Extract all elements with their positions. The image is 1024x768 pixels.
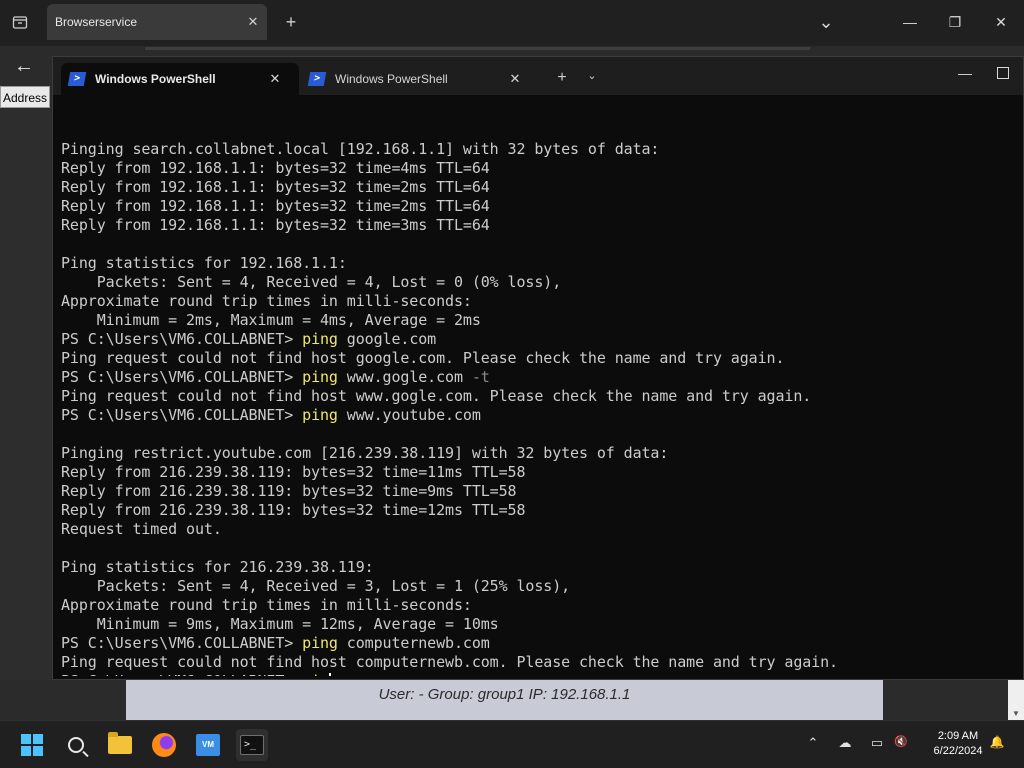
close-window-button[interactable]: ✕	[986, 10, 1016, 34]
loading-strip	[145, 47, 810, 50]
minimize-button[interactable]: —	[895, 10, 925, 34]
browser-tab-bar: Browserservice ✕ + ⌄ — ❐ ✕	[0, 0, 1024, 46]
command-flag: -t	[471, 368, 490, 386]
page-gutter	[0, 110, 52, 680]
command-args: www.gogle.com	[337, 368, 472, 386]
terminal-output-line: Approximate round trip times in milli-se…	[61, 292, 472, 310]
terminal-output-line: Ping request could not find host www.gog…	[61, 387, 812, 405]
terminal-prompt-line: PS C:\Users\VM6.COLLABNET> ping www.gogl…	[61, 368, 1016, 387]
terminal-output-line: Ping statistics for 216.239.38.119:	[61, 558, 374, 576]
close-terminal-tab-icon[interactable]: ✕	[505, 71, 525, 87]
command-args: www.youtube.com	[337, 406, 481, 424]
address-label[interactable]: Address	[0, 86, 50, 108]
terminal-output-line: Reply from 216.239.38.119: bytes=32 time…	[61, 501, 526, 519]
terminal-output-line: Packets: Sent = 4, Received = 4, Lost = …	[61, 273, 562, 291]
terminal-output-line: Reply from 216.239.38.119: bytes=32 time…	[61, 463, 526, 481]
terminal-prompt-line: PS C:\Users\VM6.COLLABNET> ping computer…	[61, 634, 1016, 653]
tab-list-dropdown-icon[interactable]: ⌄	[811, 10, 841, 34]
close-tab-icon[interactable]: ✕	[239, 14, 267, 30]
vm-app-icon[interactable]: VM	[192, 729, 224, 761]
browser-tab[interactable]: Browserservice ✕	[47, 4, 267, 40]
terminal-output-line: Minimum = 2ms, Maximum = 4ms, Average = …	[61, 311, 481, 329]
session-status-bar: User: - Group: group1 IP: 192.168.1.1	[126, 680, 883, 720]
terminal-tab-title: Windows PowerShell	[95, 72, 216, 86]
terminal-icon[interactable]: >_	[236, 729, 268, 761]
terminal-output-line: Request timed out.	[61, 520, 222, 538]
prompt-text: PS C:\Users\VM6.COLLABNET>	[61, 406, 303, 424]
terminal-tab-2[interactable]: > Windows PowerShell ✕	[301, 63, 539, 95]
command-args: computernewb.com	[337, 634, 490, 652]
terminal-output-line: Reply from 192.168.1.1: bytes=32 time=2m…	[61, 178, 490, 196]
terminal-output-line: Ping request could not find host google.…	[61, 349, 785, 367]
text-cursor	[328, 673, 331, 676]
terminal-output-line: Reply from 192.168.1.1: bytes=32 time=3m…	[61, 216, 490, 234]
terminal-output-line: Packets: Sent = 4, Received = 3, Lost = …	[61, 577, 571, 595]
prompt-text: PS C:\Users\VM6.COLLABNET>	[61, 368, 303, 386]
terminal-output-line: Reply from 192.168.1.1: bytes=32 time=2m…	[61, 197, 490, 215]
scrollbar[interactable]: ▼	[1008, 680, 1024, 720]
prompt-text: PS C:\Users\VM6.COLLABNET>	[61, 330, 303, 348]
network-icon[interactable]: ▭	[866, 735, 888, 751]
terminal-window: > Windows PowerShell ✕ > Windows PowerSh…	[52, 56, 1024, 680]
onedrive-cloud-icon[interactable]: ☁	[834, 735, 856, 751]
volume-muted-icon[interactable]: 🔇	[890, 735, 912, 748]
terminal-prompt-line: PS C:\Users\VM6.COLLABNET> pin	[61, 672, 1016, 676]
status-area: User: - Group: group1 IP: 192.168.1.1 ▼	[0, 680, 1024, 720]
prompt-text: PS C:\Users\VM6.COLLABNET>	[61, 672, 302, 676]
terminal-minimize-button[interactable]: —	[953, 65, 977, 81]
terminal-output-line: Reply from 192.168.1.1: bytes=32 time=4m…	[61, 159, 490, 177]
command-args: google.com	[337, 330, 437, 348]
command-name: ping	[302, 330, 338, 348]
terminal-output-line: Pinging restrict.youtube.com [216.239.38…	[61, 444, 669, 462]
terminal-profile-dropdown-icon[interactable]: ⌄	[583, 69, 601, 82]
browser-tab-title: Browserservice	[55, 15, 138, 29]
terminal-output-line: Approximate round trip times in milli-se…	[61, 596, 472, 614]
prompt-text: PS C:\Users\VM6.COLLABNET>	[61, 634, 303, 652]
command-name: pin	[302, 672, 329, 676]
restore-button[interactable]: ❐	[940, 10, 970, 34]
terminal-output-line: Minimum = 9ms, Maximum = 12ms, Average =…	[61, 615, 499, 633]
terminal-prompt-line: PS C:\Users\VM6.COLLABNET> ping www.yout…	[61, 406, 1016, 425]
terminal-prompt-line: PS C:\Users\VM6.COLLABNET> ping google.c…	[61, 330, 1016, 349]
close-terminal-tab-icon[interactable]: ✕	[265, 71, 285, 87]
taskbar: VM >_ ⌃ ☁ ▭ 🔇 2:09 AM 6/22/2024 🔔	[0, 720, 1024, 768]
terminal-tab-bar: > Windows PowerShell ✕ > Windows PowerSh…	[53, 57, 1023, 95]
back-button[interactable]: ←	[8, 52, 40, 80]
file-explorer-icon[interactable]	[104, 729, 136, 761]
command-name: ping	[302, 368, 338, 386]
terminal-output-line: Ping statistics for 192.168.1.1:	[61, 254, 347, 272]
powershell-icon: >	[67, 72, 87, 86]
terminal-maximize-button[interactable]	[997, 67, 1009, 79]
terminal-output-line: Pinging search.collabnet.local [192.168.…	[61, 140, 660, 158]
scroll-down-icon[interactable]: ▼	[1008, 709, 1024, 718]
terminal-output[interactable]: Pinging search.collabnet.local [192.168.…	[61, 121, 1016, 676]
command-name: ping	[302, 634, 338, 652]
terminal-output-line: Ping request could not find host compute…	[61, 653, 838, 671]
powershell-icon: >	[307, 72, 327, 86]
tab-actions-icon[interactable]	[8, 10, 32, 34]
show-hidden-icons-chevron-icon[interactable]: ⌃	[802, 735, 824, 751]
start-icon[interactable]	[16, 729, 48, 761]
firefox-icon[interactable]	[148, 729, 180, 761]
terminal-output-line: Reply from 216.239.38.119: bytes=32 time…	[61, 482, 517, 500]
search-icon[interactable]	[60, 729, 92, 761]
new-terminal-tab-button[interactable]: +	[553, 69, 571, 87]
notification-bell-icon[interactable]: 🔔	[986, 735, 1008, 749]
new-tab-button[interactable]: +	[280, 11, 302, 33]
terminal-tab-title: Windows PowerShell	[335, 72, 448, 86]
command-name: ping	[302, 406, 338, 424]
terminal-tab-1[interactable]: > Windows PowerShell ✕	[61, 63, 299, 95]
